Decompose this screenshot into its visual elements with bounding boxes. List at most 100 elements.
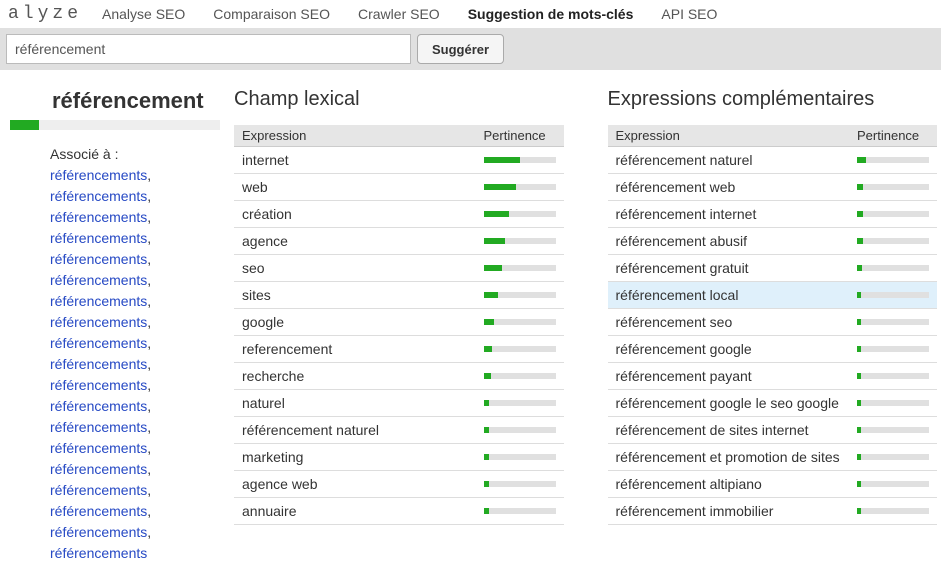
pertinence-fill <box>857 184 863 190</box>
pertinence-bar <box>857 319 929 325</box>
associated-link[interactable]: référencements <box>50 188 147 204</box>
pertinence-fill <box>857 481 861 487</box>
pertinence-cell <box>849 471 937 498</box>
pertinence-fill <box>857 157 866 163</box>
associated-link[interactable]: référencements <box>50 503 147 519</box>
keyword-relevance-bar <box>10 120 220 130</box>
pertinence-bar <box>484 184 556 190</box>
table-row[interactable]: seo <box>234 255 564 282</box>
table-row[interactable]: référencement naturel <box>608 147 938 174</box>
associated-link[interactable]: référencements <box>50 272 147 288</box>
associated-link[interactable]: référencements <box>50 251 147 267</box>
lexical-header-pertinence[interactable]: Pertinence <box>476 125 564 147</box>
table-row[interactable]: création <box>234 201 564 228</box>
table-row[interactable]: naturel <box>234 390 564 417</box>
table-row[interactable]: referencement <box>234 336 564 363</box>
associated-link[interactable]: référencements <box>50 314 147 330</box>
associated-link[interactable]: référencements <box>50 335 147 351</box>
pertinence-cell <box>849 174 937 201</box>
pertinence-cell <box>476 255 564 282</box>
pertinence-bar <box>857 427 929 433</box>
keyword-relevance-fill <box>10 120 39 130</box>
expression-cell: agence web <box>234 471 476 498</box>
associated-link[interactable]: référencements <box>50 167 147 183</box>
table-row[interactable]: référencement web <box>608 174 938 201</box>
table-row[interactable]: référencement payant <box>608 363 938 390</box>
table-row[interactable]: référencement abusif <box>608 228 938 255</box>
table-row[interactable]: référencement de sites internet <box>608 417 938 444</box>
header: alyze Analyse SEO Comparaison SEO Crawler … <box>0 0 941 28</box>
pertinence-bar <box>484 265 556 271</box>
pertinence-fill <box>857 292 861 298</box>
table-row[interactable]: internet <box>234 147 564 174</box>
expression-cell: référencement google <box>608 336 850 363</box>
expression-cell: naturel <box>234 390 476 417</box>
associated-link[interactable]: référencements <box>50 209 147 225</box>
table-row[interactable]: référencement altipiano <box>608 471 938 498</box>
table-row[interactable]: recherche <box>234 363 564 390</box>
logo[interactable]: alyze <box>0 4 102 24</box>
expression-cell: référencement gratuit <box>608 255 850 282</box>
pertinence-cell <box>476 363 564 390</box>
table-row[interactable]: référencement gratuit <box>608 255 938 282</box>
table-row[interactable]: agence web <box>234 471 564 498</box>
table-row[interactable]: référencement local <box>608 282 938 309</box>
suggest-button[interactable]: Suggérer <box>417 34 504 64</box>
table-row[interactable]: référencement google <box>608 336 938 363</box>
pertinence-cell <box>849 228 937 255</box>
keyword-input[interactable] <box>6 34 411 64</box>
nav-item[interactable]: API SEO <box>661 6 717 22</box>
expression-cell: référencement payant <box>608 363 850 390</box>
complementary-header-pertinence[interactable]: Pertinence <box>849 125 937 147</box>
table-row[interactable]: référencement immobilier <box>608 498 938 525</box>
pertinence-fill <box>484 157 520 163</box>
associated-link[interactable]: référencements <box>50 419 147 435</box>
associated-link[interactable]: référencements <box>50 440 147 456</box>
expression-cell: referencement <box>234 336 476 363</box>
complementary-header-expression[interactable]: Expression <box>608 125 850 147</box>
table-row[interactable]: sites <box>234 282 564 309</box>
expression-cell: création <box>234 201 476 228</box>
nav-item[interactable]: Crawler SEO <box>358 6 440 22</box>
pertinence-cell <box>476 309 564 336</box>
pertinence-fill <box>857 319 861 325</box>
pertinence-cell <box>849 336 937 363</box>
expression-cell: google <box>234 309 476 336</box>
lexical-header-expression[interactable]: Expression <box>234 125 476 147</box>
keyword-title: référencement <box>10 88 220 114</box>
table-row[interactable]: web <box>234 174 564 201</box>
pertinence-fill <box>484 508 489 514</box>
table-row[interactable]: marketing <box>234 444 564 471</box>
pertinence-fill <box>484 319 495 325</box>
expression-cell: référencement seo <box>608 309 850 336</box>
table-row[interactable]: référencement internet <box>608 201 938 228</box>
table-row[interactable]: référencement seo <box>608 309 938 336</box>
associated-link[interactable]: référencements <box>50 377 147 393</box>
complementary-title: Expressions complémentaires <box>608 88 938 111</box>
nav-item[interactable]: Comparaison SEO <box>213 6 330 22</box>
associated-link[interactable]: référencements <box>50 230 147 246</box>
associated-link[interactable]: référencements <box>50 356 147 372</box>
associated-link[interactable]: référencements <box>50 524 147 540</box>
table-row[interactable]: référencement et promotion de sites <box>608 444 938 471</box>
expression-cell: référencement local <box>608 282 850 309</box>
table-row[interactable]: référencement naturel <box>234 417 564 444</box>
associated-link[interactable]: référencements <box>50 398 147 414</box>
associated-link[interactable]: référencements <box>50 545 147 561</box>
table-row[interactable]: agence <box>234 228 564 255</box>
pertinence-fill <box>484 346 493 352</box>
pertinence-cell <box>849 498 937 525</box>
table-row[interactable]: google <box>234 309 564 336</box>
associated-link[interactable]: référencements <box>50 482 147 498</box>
pertinence-cell <box>849 363 937 390</box>
pertinence-bar <box>857 211 929 217</box>
table-row[interactable]: référencement google le seo google <box>608 390 938 417</box>
pertinence-fill <box>484 211 509 217</box>
pertinence-fill <box>484 238 506 244</box>
associated-link[interactable]: référencements <box>50 461 147 477</box>
pertinence-fill <box>484 400 490 406</box>
nav-item[interactable]: Suggestion de mots-clés <box>468 6 634 22</box>
table-row[interactable]: annuaire <box>234 498 564 525</box>
nav-item[interactable]: Analyse SEO <box>102 6 185 22</box>
associated-link[interactable]: référencements <box>50 293 147 309</box>
